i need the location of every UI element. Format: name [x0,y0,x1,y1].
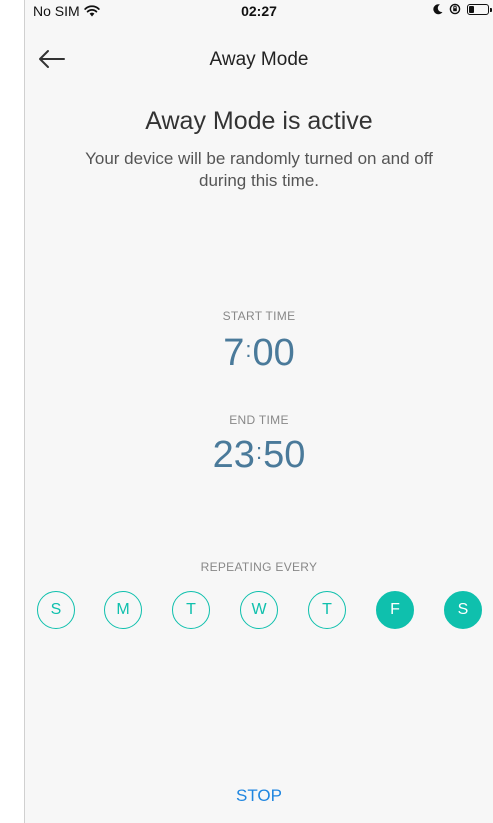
battery-level [469,5,474,13]
start-time-label: START TIME [222,309,296,323]
phone-screen: No SIM 02:27 Away Mode Away Mode is acti… [24,0,493,823]
day-toggle-saturday[interactable]: S [444,591,482,629]
day-toggle-thursday[interactable]: T [308,591,346,629]
start-minute: 00 [252,332,295,374]
status-description: Your device will be randomly turned on a… [85,149,433,190]
day-toggle-friday[interactable]: F [376,591,414,629]
status-bar: No SIM 02:27 [25,0,493,22]
status-headline: Away Mode is active [145,107,373,135]
repeat-label: REPEATING EVERY [200,560,318,574]
end-time-label: END TIME [229,413,289,427]
battery-icon [467,3,492,15]
day-toggle-monday[interactable]: M [104,591,142,629]
start-hour: 7 [223,332,245,374]
page-title: Away Mode [209,49,309,70]
end-time-value[interactable]: 23:50 [25,434,493,477]
status-time: 02:27 [241,3,277,19]
orientation-lock-icon [449,3,461,15]
status-right [433,3,492,15]
moon-icon [433,3,443,14]
day-toggle-sunday[interactable]: S [37,591,75,629]
end-hour: 23 [212,434,255,476]
start-time-value[interactable]: 7:00 [25,332,493,375]
day-selector: S M T W T F S [37,591,493,631]
day-toggle-tuesday[interactable]: T [172,591,210,629]
end-minute: 50 [263,434,306,476]
stop-button[interactable]: STOP [25,786,493,806]
nav-bar: Away Mode [25,40,493,80]
day-toggle-wednesday[interactable]: W [240,591,278,629]
time-separator: : [255,439,263,464]
time-separator: : [245,337,252,362]
